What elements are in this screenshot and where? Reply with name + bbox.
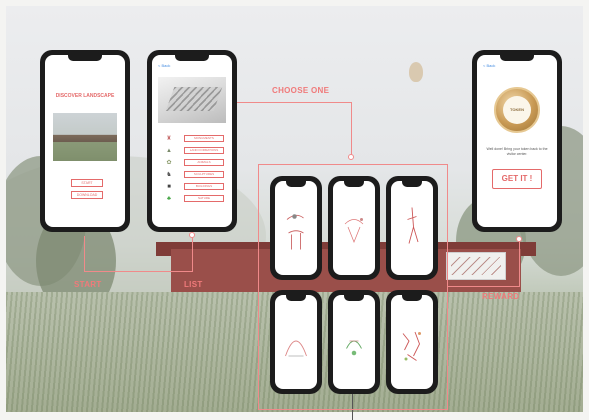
label-reward: REWARD <box>482 292 520 301</box>
medal-icon: TOKEN <box>494 87 540 133</box>
list-item-land-formations[interactable]: LAND FORMATIONS <box>184 147 224 154</box>
sketch-illustration <box>344 218 364 244</box>
start-button[interactable]: START <box>71 179 103 187</box>
option-phone-5[interactable] <box>328 290 380 394</box>
animal-icon: ✿ <box>166 160 172 166</box>
medal-text: TOKEN <box>503 96 531 124</box>
back-link[interactable]: < Back <box>483 63 495 68</box>
option-phone-3[interactable] <box>386 176 438 280</box>
building-icon: ■ <box>167 184 171 190</box>
list-item-sculptures[interactable]: SCULPTURES <box>184 171 224 178</box>
nature-icon: ♣ <box>167 196 171 202</box>
option-phone-2[interactable] <box>328 176 380 280</box>
landform-icon: ▲ <box>166 148 172 154</box>
label-choose-one: CHOOSE ONE <box>272 86 330 95</box>
sketch-illustration <box>407 207 419 244</box>
label-list: LIST <box>184 280 203 289</box>
landscape-photo <box>53 113 117 161</box>
get-it-button[interactable]: GET IT ! <box>492 169 542 189</box>
start-title: DISCOVER LANDSCAPE <box>55 93 115 99</box>
label-start: START <box>74 280 102 289</box>
start-phone: DISCOVER LANDSCAPE START DOWNLOAD <box>40 50 130 232</box>
reward-phone: < Back TOKEN Well done! Bring your token… <box>472 50 562 232</box>
option-phone-4[interactable] <box>270 290 322 394</box>
list-item-monuments[interactable]: MONUMENTS <box>184 135 224 142</box>
option-phone-6[interactable] <box>386 290 438 394</box>
landmark-icon: ♜ <box>166 136 172 142</box>
list-item-nature[interactable]: NATURE <box>184 195 224 202</box>
hot-air-balloon <box>409 62 423 82</box>
option-phone-1[interactable] <box>270 176 322 280</box>
reward-message: Well done! Bring your token back to the … <box>486 147 548 156</box>
list-phone: < Back ♜ MONUMENTS ▲ LAND FORMATIONS ✿ A… <box>147 50 237 232</box>
sculpture-icon: ♞ <box>166 172 172 178</box>
sketch-illustration <box>346 340 362 356</box>
download-button[interactable]: DOWNLOAD <box>71 191 103 199</box>
list-item-animals[interactable]: ANIMALS <box>184 159 224 166</box>
3d-model-preview <box>158 77 226 123</box>
sketch-illustration <box>402 331 421 361</box>
sketch-illustration <box>286 214 304 250</box>
list-item-buildings[interactable]: BUILDINGS <box>184 183 224 190</box>
back-link[interactable]: < Back <box>158 63 170 68</box>
sketch-illustration <box>285 340 307 357</box>
